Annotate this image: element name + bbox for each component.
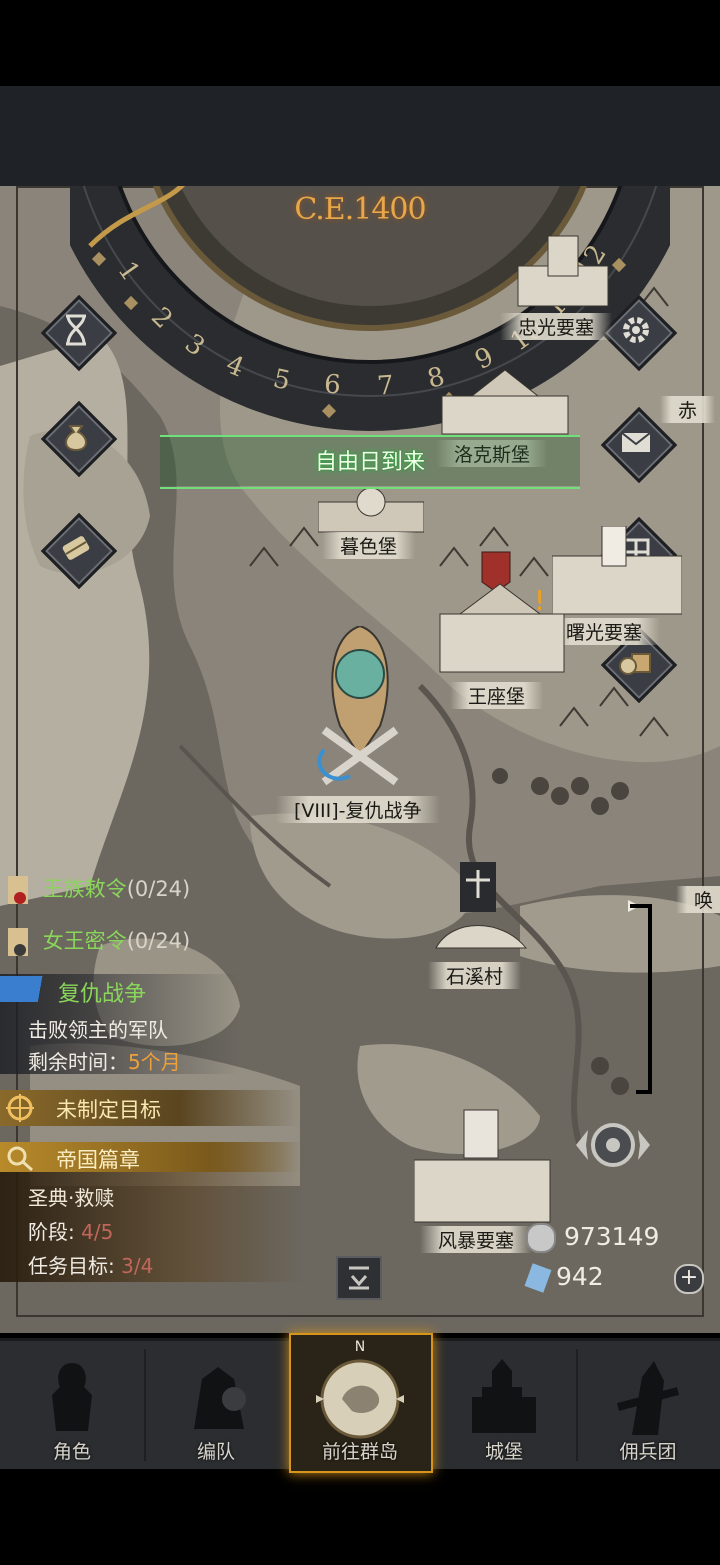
nav-archipelago[interactable]: N 前往群岛 <box>288 1339 432 1469</box>
gear-icon <box>623 317 649 343</box>
bottom-navigation: 角色 编队 N 前往群岛 城堡 佣兵团 <box>0 1333 720 1473</box>
nav-mercenary[interactable]: 佣兵团 <box>576 1341 720 1469</box>
quest-progress: (0/24) <box>126 877 191 901</box>
svg-text:!: ! <box>534 584 545 617</box>
nav-formation[interactable]: 编队 <box>144 1341 288 1469</box>
money-bag-icon <box>65 425 87 452</box>
castle-dawn-fortress[interactable] <box>552 526 682 616</box>
scroll-map-button[interactable] <box>40 512 118 590</box>
add-crystal-button[interactable]: + <box>674 1264 704 1294</box>
calendar-era: C.E.1400 <box>294 192 426 227</box>
location-label-6[interactable]: [VIII]-复仇战争 <box>276 796 440 823</box>
goal-title: 未制定目标 <box>56 1098 161 1122</box>
task-value: 3/4 <box>121 1254 154 1278</box>
task-label: 任务目标: <box>28 1254 122 1278</box>
mercenary-icon <box>616 1361 680 1435</box>
quest-empire-chapter[interactable]: 帝国篇章 圣典·救赎 阶段: 4/5 任务目标: 3/4 <box>0 1142 306 1282</box>
mail-button[interactable] <box>600 406 678 484</box>
empire-subtitle: 圣典·救赎 <box>28 1186 115 1210</box>
nav-label: 角色 <box>52 1441 91 1463</box>
location-label-7[interactable]: 石溪村 <box>428 962 522 989</box>
nav-label: 前往群岛 <box>321 1441 398 1463</box>
nav-label: 佣兵团 <box>619 1441 677 1463</box>
quest-title: 王族敕令 <box>42 877 127 901</box>
month-7: 7 <box>376 370 395 401</box>
castle-north-fortress[interactable] <box>508 226 618 316</box>
silver-display: 973149 <box>526 1222 659 1253</box>
quest-desc: 击败领主的军队 <box>28 1018 168 1042</box>
nav-label: 城堡 <box>484 1441 523 1463</box>
stage-value: 4/5 <box>81 1220 114 1244</box>
location-label-8[interactable]: 风暴要塞 <box>420 1226 533 1253</box>
top-status-bar <box>0 86 720 186</box>
magnifier-icon <box>7 1146 33 1172</box>
time-label: 剩余时间： <box>28 1050 128 1074</box>
crystal-display: 942 <box>524 1262 604 1293</box>
crate-icon <box>619 653 651 675</box>
quest-title: 女王密令 <box>42 929 127 953</box>
order-scroll-icon <box>8 928 28 956</box>
money-bag-button[interactable] <box>40 400 118 478</box>
location-label-10[interactable]: 唤 <box>676 886 720 913</box>
time-value: 5个月 <box>128 1050 181 1074</box>
silver-coin-icon <box>526 1223 556 1253</box>
silver-amount: 973149 <box>563 1222 660 1251</box>
empire-title: 帝国篇章 <box>56 1148 140 1172</box>
sword-badge-icon <box>0 976 56 1002</box>
location-label-5[interactable]: 王座堡 <box>450 682 544 709</box>
map-scroll-bracket[interactable] <box>626 896 656 1096</box>
collapse-icon <box>349 1266 369 1290</box>
crystal-icon <box>524 1263 552 1293</box>
troops-icon <box>194 1367 246 1429</box>
army-marker[interactable] <box>310 626 410 796</box>
stage-label: 阶段: <box>28 1220 82 1244</box>
nav-label: 编队 <box>196 1441 235 1463</box>
envelope-icon <box>621 432 651 452</box>
quest-queen-order[interactable]: 女王密令(0/24) <box>0 924 190 960</box>
quest-royal-decree[interactable]: 王族敕令(0/24) <box>0 872 190 908</box>
castle-throne[interactable]: ! <box>430 550 570 676</box>
crystal-amount: 942 <box>555 1262 604 1291</box>
collapse-panel-button[interactable] <box>336 1256 382 1300</box>
knight-icon <box>52 1363 92 1431</box>
quest-revenge-war[interactable]: 复仇战争 击败领主的军队 剩余时间：5个月 <box>0 974 240 1074</box>
village-stonebrook[interactable] <box>432 858 532 958</box>
target-icon <box>6 1094 34 1122</box>
scroll-icon <box>62 536 90 560</box>
nav-castle[interactable]: 城堡 <box>432 1341 576 1469</box>
location-label-3[interactable]: 暮色堡 <box>322 532 416 559</box>
hourglass-icon <box>66 314 86 346</box>
nav-character[interactable]: 角色 <box>0 1341 144 1469</box>
event-banner-text: 自由日到来 <box>314 450 425 475</box>
compass-icon <box>316 1359 404 1439</box>
quest-title: 复仇战争 <box>58 982 147 1007</box>
quest-goal[interactable]: 未制定目标 <box>0 1090 300 1126</box>
hourglass-button[interactable] <box>40 294 118 372</box>
decree-scroll-icon <box>8 876 28 904</box>
castle-icon <box>472 1359 536 1433</box>
quest-progress: (0/24) <box>126 929 191 953</box>
locate-button[interactable] <box>556 1110 670 1180</box>
location-label-9[interactable]: 赤 <box>660 396 716 423</box>
castle-storm-fortress[interactable] <box>414 1106 554 1226</box>
month-6: 6 <box>323 370 341 401</box>
location-label-1[interactable]: 忠光要塞 <box>500 313 613 340</box>
